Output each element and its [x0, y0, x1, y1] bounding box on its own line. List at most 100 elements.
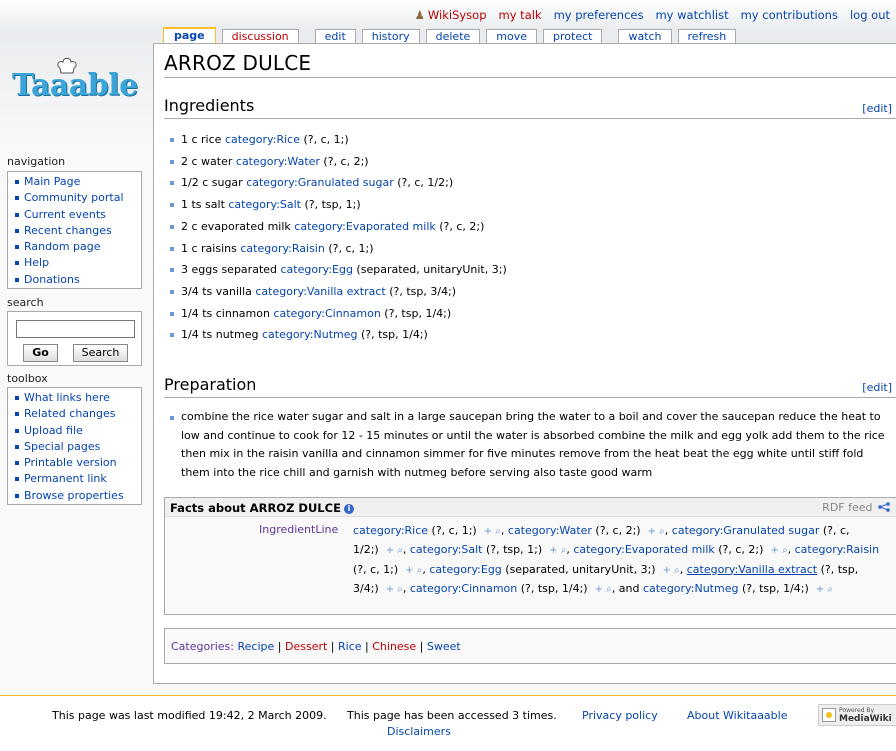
ingredient-category-link[interactable]: category:Evaporated milk — [294, 220, 435, 233]
site-logo[interactable]: Taaable — [12, 56, 142, 104]
factbox-value-link[interactable]: category:Cinnamon — [410, 582, 517, 595]
tab-watch[interactable]: watch — [618, 29, 672, 43]
nav-item-community-portal[interactable]: Community portal — [14, 190, 137, 206]
factbox-value-link[interactable]: category:Raisin — [795, 543, 879, 556]
category-link-chinese[interactable]: Chinese — [372, 640, 416, 653]
factbox-value-link[interactable]: category:Salt — [410, 543, 483, 556]
search-magnifier-icon[interactable]: + ⌕ — [549, 545, 566, 556]
category-separator: | — [416, 640, 427, 653]
preparation-edit-link[interactable]: [edit] — [862, 381, 892, 394]
search-magnifier-icon[interactable]: + ⌕ — [663, 565, 680, 576]
factbox-and-text: and — [618, 581, 640, 595]
categories-label: Categories — [171, 640, 231, 653]
factbox-value-quantity: (?, c, 2;) — [591, 524, 641, 537]
preparation-list: combine the rice water sugar and salt in… — [168, 408, 894, 482]
categories-label-link[interactable]: Categories: — [171, 640, 234, 653]
tab-refresh-label: refresh — [687, 30, 727, 43]
nav-item-donations[interactable]: Donations — [14, 272, 137, 288]
tab-page[interactable]: page — [163, 27, 216, 43]
ingredient-category-link[interactable]: category:Vanilla extract — [255, 285, 385, 298]
ingredient-item: 1 c raisins category:Raisin (?, c, 1;) — [168, 238, 507, 260]
tab-delete[interactable]: delete — [425, 29, 481, 43]
tab-discussion[interactable]: discussion — [221, 29, 299, 43]
my-watchlist-link[interactable]: my watchlist — [655, 8, 728, 22]
rdf-feed-link[interactable]: RDF feed — [822, 501, 890, 514]
ingredient-quantity: (?, c, 2;) — [435, 219, 485, 233]
nav-item-help[interactable]: Help — [14, 255, 137, 271]
toolbox-item-what-links-here[interactable]: What links here — [14, 390, 137, 406]
nav-item-recent-changes[interactable]: Recent changes — [14, 223, 137, 239]
toolbox-item-permanent-link[interactable]: Permanent link — [14, 471, 137, 487]
category-link-dessert[interactable]: Dessert — [285, 640, 327, 653]
ingredient-category-link[interactable]: category:Raisin — [240, 242, 324, 255]
ingredient-category-link[interactable]: category:Rice — [225, 133, 300, 146]
info-icon[interactable]: i — [343, 504, 354, 514]
ingredient-category-link[interactable]: category:Nutmeg — [262, 328, 358, 341]
tab-edit[interactable]: edit — [314, 29, 356, 43]
my-talk-link[interactable]: my talk — [499, 8, 542, 22]
tab-move[interactable]: move — [486, 29, 538, 43]
ingredient-category-link[interactable]: category:Egg — [281, 263, 353, 276]
category-link-rice[interactable]: Rice — [338, 640, 362, 653]
nav-item-main-page[interactable]: Main Page — [14, 174, 137, 190]
category-separator: | — [274, 640, 285, 653]
page-title: ARROZ DULCE — [164, 51, 312, 75]
search-magnifier-icon[interactable]: + ⌕ — [816, 584, 833, 595]
tab-protect[interactable]: protect — [543, 29, 603, 43]
privacy-policy-link[interactable]: Privacy policy — [582, 709, 658, 722]
disclaimers-link[interactable]: Disclaimers — [387, 725, 451, 738]
toolbox-item-printable-version[interactable]: Printable version — [14, 455, 137, 471]
search-magnifier-icon[interactable]: + ⌕ — [386, 545, 403, 556]
rdf-feed-label: RDF feed — [822, 501, 873, 514]
factbox-value-link[interactable]: category:Egg — [429, 563, 501, 576]
my-contributions-link[interactable]: my contributions — [741, 8, 838, 22]
search-magnifier-icon[interactable]: + ⌕ — [770, 545, 787, 556]
category-link-recipe[interactable]: Recipe — [238, 640, 275, 653]
log-out-link[interactable]: log out — [850, 8, 890, 22]
factbox-property[interactable]: IngredientLine — [259, 523, 338, 536]
factbox-values: category:Rice (?, c, 1;) + ⌕, category:W… — [353, 524, 880, 595]
ingredients-edit-link[interactable]: [edit] — [862, 102, 892, 115]
search-magnifier-icon[interactable]: + ⌕ — [484, 526, 501, 537]
nav-item-current-events[interactable]: Current events — [14, 207, 137, 223]
search-magnifier-icon[interactable]: + ⌕ — [386, 584, 403, 595]
page-tabs: page discussion edit history delete move… — [163, 27, 742, 43]
toolbox-item-upload-file[interactable]: Upload file — [14, 423, 137, 439]
factbox-value-link[interactable]: category:Nutmeg — [643, 582, 739, 595]
footer: This page was last modified 19:42, 2 Mar… — [0, 695, 896, 751]
tab-refresh[interactable]: refresh — [677, 29, 737, 43]
toolbox-portlet: What links here Related changes Upload fil… — [7, 387, 142, 505]
factbox-value-link[interactable]: category:Vanilla extract — [687, 563, 817, 576]
search-magnifier-icon[interactable]: + ⌕ — [648, 526, 665, 537]
search-magnifier-icon[interactable]: + ⌕ — [405, 565, 422, 576]
toolbox-item-special-pages[interactable]: Special pages — [14, 439, 137, 455]
go-button[interactable]: Go — [23, 344, 58, 362]
factbox-value-link[interactable]: category:Water — [508, 524, 592, 537]
search-magnifier-icon[interactable]: + ⌕ — [595, 584, 612, 595]
factbox-value-link[interactable]: category:Granulated sugar — [672, 524, 820, 537]
about-link[interactable]: About Wikitaaable — [687, 709, 787, 722]
mediawiki-label: MediaWiki — [839, 714, 892, 724]
category-link-sweet[interactable]: Sweet — [427, 640, 461, 653]
ingredient-category-link[interactable]: category:Water — [236, 155, 320, 168]
factbox-value-link[interactable]: category:Evaporated milk — [573, 543, 714, 556]
user-link[interactable]: ♟ WikiSysop — [415, 8, 487, 22]
ingredient-quantity: (?, c, 1/2;) — [393, 176, 454, 190]
ingredient-category-link[interactable]: category:Granulated sugar — [246, 176, 394, 189]
powered-by-mediawiki-badge[interactable]: Powered By MediaWiki — [818, 704, 896, 726]
tab-protect-label: protect — [553, 30, 593, 43]
ingredient-category-link[interactable]: category:Cinnamon — [273, 307, 380, 320]
my-preferences-link[interactable]: my preferences — [554, 8, 644, 22]
tab-history[interactable]: history — [361, 29, 420, 43]
rdf-share-icon — [878, 502, 890, 512]
ingredient-category-link[interactable]: category:Salt — [228, 198, 301, 211]
toolbox-item-browse-properties[interactable]: Browse properties — [14, 488, 137, 504]
factbox-value-link[interactable]: category:Rice — [353, 524, 428, 537]
toolbox-item-related-changes[interactable]: Related changes — [14, 406, 137, 422]
factbox-value-quantity: (?, c, 1;) — [353, 562, 399, 576]
toolbox-list: What links here Related changes Upload fil… — [14, 390, 137, 504]
ingredient-quantity: (?, c, 1;) — [324, 241, 374, 255]
search-input[interactable] — [16, 320, 135, 338]
search-button[interactable]: Search — [73, 344, 128, 362]
nav-item-random-page[interactable]: Random page — [14, 239, 137, 255]
